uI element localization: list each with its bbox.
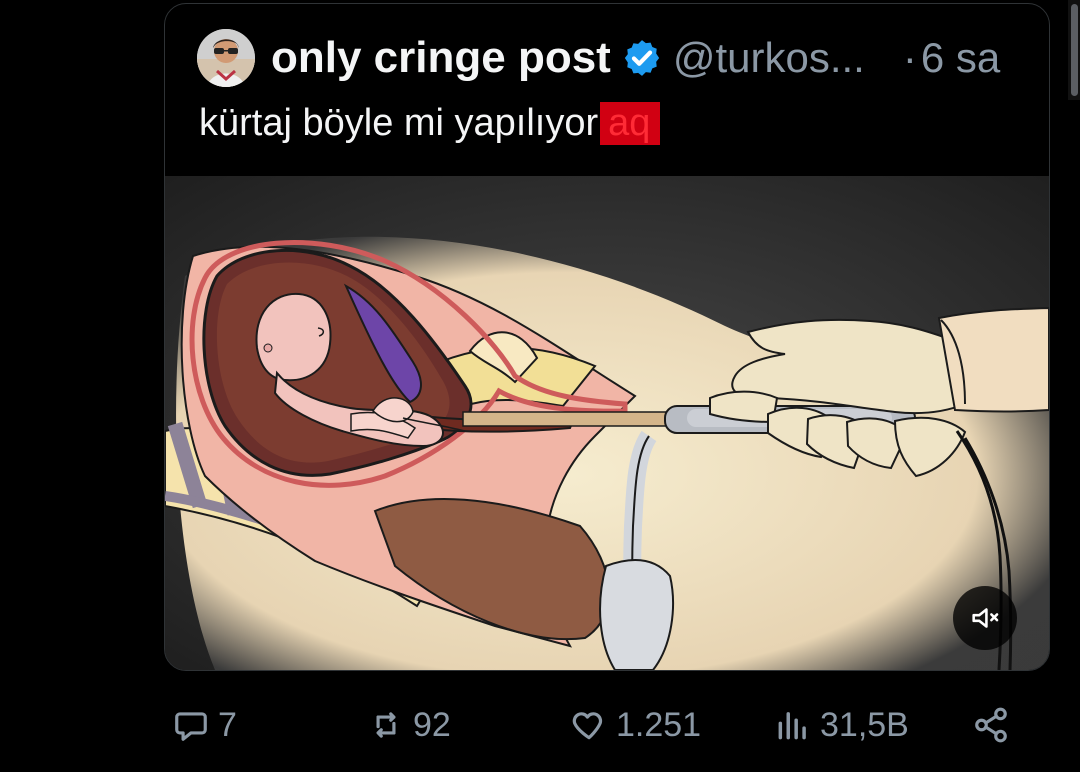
scrollbar-thumb[interactable]: [1071, 4, 1078, 96]
tweet-text-highlight: aq: [600, 102, 661, 145]
like-button[interactable]: 1.251: [570, 701, 701, 749]
tweet-text: kürtaj böyle mi yapılıyor aq: [199, 102, 661, 145]
verified-badge-icon: [624, 40, 659, 76]
share-button[interactable]: [972, 701, 1010, 749]
reply-button[interactable]: 7: [172, 701, 237, 749]
view-count: 31,5B: [820, 705, 909, 744]
mute-button[interactable]: [953, 586, 1017, 650]
repost-icon: [376, 712, 396, 738]
views-icon: [778, 712, 806, 740]
tweet-text-main: kürtaj böyle mi yapılıyor: [199, 102, 599, 144]
avatar-image: [197, 29, 255, 87]
repost-count: 92: [413, 705, 451, 744]
reply-icon: [175, 712, 207, 741]
like-count: 1.251: [616, 705, 702, 744]
post-time[interactable]: 6 sa: [921, 34, 1000, 82]
volume-mute-icon: [972, 608, 999, 628]
tweet-media-video[interactable]: [165, 176, 1049, 670]
tweet-header: only cringe post @turkos... · 6 sa: [197, 28, 1000, 88]
scrollbar[interactable]: [1068, 0, 1080, 100]
share-icon: [975, 707, 1007, 743]
like-icon: [572, 712, 603, 740]
tweet-actions: 7 92 1.251 31,5B: [164, 701, 1014, 749]
time-separator: ·: [902, 34, 917, 81]
user-handle[interactable]: @turkos...: [673, 34, 879, 82]
medical-illustration: [165, 176, 1049, 670]
reply-count: 7: [218, 705, 237, 744]
views-button[interactable]: 31,5B: [774, 701, 909, 749]
profile-avatar[interactable]: [197, 29, 255, 87]
display-name[interactable]: only cringe post: [271, 33, 611, 83]
repost-button[interactable]: 92: [367, 701, 451, 749]
quoted-tweet-card[interactable]: only cringe post @turkos... · 6 sa kürta…: [164, 3, 1050, 671]
